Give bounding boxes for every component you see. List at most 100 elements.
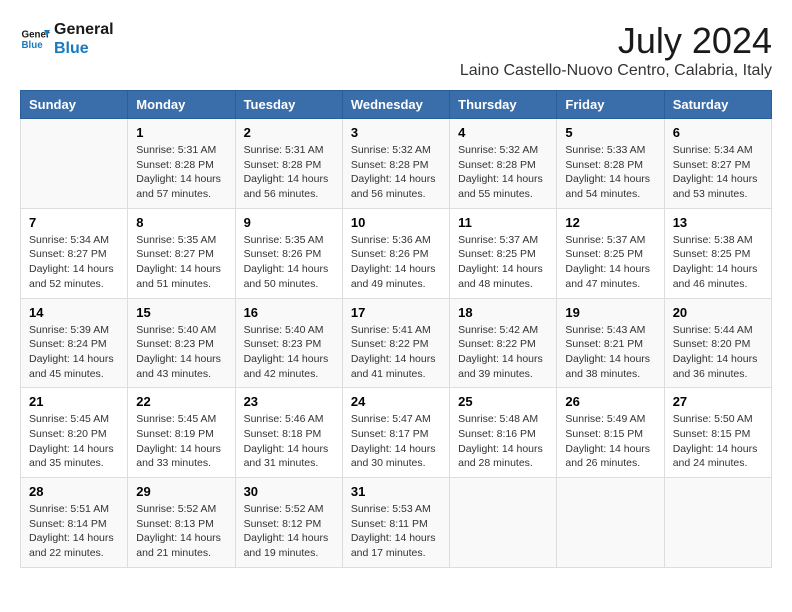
day-number: 1 xyxy=(136,125,226,140)
calendar-cell: 26 Sunrise: 5:49 AM Sunset: 8:15 PM Dayli… xyxy=(557,388,664,478)
day-number: 26 xyxy=(565,394,655,409)
calendar-cell: 22 Sunrise: 5:45 AM Sunset: 8:19 PM Dayli… xyxy=(128,388,235,478)
day-number: 27 xyxy=(673,394,763,409)
day-info: Sunrise: 5:46 AM Sunset: 8:18 PM Dayligh… xyxy=(244,412,334,471)
day-number: 21 xyxy=(29,394,119,409)
day-info: Sunrise: 5:40 AM Sunset: 8:23 PM Dayligh… xyxy=(136,323,226,382)
weekday-header: Wednesday xyxy=(342,91,449,119)
day-number: 2 xyxy=(244,125,334,140)
day-number: 19 xyxy=(565,305,655,320)
calendar-cell: 16 Sunrise: 5:40 AM Sunset: 8:23 PM Dayli… xyxy=(235,298,342,388)
day-number: 16 xyxy=(244,305,334,320)
day-info: Sunrise: 5:38 AM Sunset: 8:25 PM Dayligh… xyxy=(673,233,763,292)
calendar-cell: 17Sunrise: 5:41 AM Sunset: 8:22 PM Dayli… xyxy=(342,298,449,388)
day-info: Sunrise: 5:52 AM Sunset: 8:12 PM Dayligh… xyxy=(244,502,334,561)
calendar-table: SundayMondayTuesdayWednesdayThursdayFrid… xyxy=(20,90,772,568)
day-number: 29 xyxy=(136,484,226,499)
calendar-cell: 3 Sunrise: 5:32 AM Sunset: 8:28 PM Daylig… xyxy=(342,119,449,209)
day-info: Sunrise: 5:31 AM Sunset: 8:28 PM Dayligh… xyxy=(136,143,226,202)
day-number: 23 xyxy=(244,394,334,409)
day-number: 6 xyxy=(673,125,763,140)
day-info: Sunrise: 5:37 AM Sunset: 8:25 PM Dayligh… xyxy=(458,233,548,292)
calendar-cell: 27 Sunrise: 5:50 AM Sunset: 8:15 PM Dayli… xyxy=(664,388,771,478)
day-info: Sunrise: 5:40 AM Sunset: 8:23 PM Dayligh… xyxy=(244,323,334,382)
day-number: 30 xyxy=(244,484,334,499)
day-number: 7 xyxy=(29,215,119,230)
day-info: Sunrise: 5:39 AM Sunset: 8:24 PM Dayligh… xyxy=(29,323,119,382)
calendar-cell: 28 Sunrise: 5:51 AM Sunset: 8:14 PM Dayli… xyxy=(21,478,128,568)
day-number: 13 xyxy=(673,215,763,230)
logo-general: General xyxy=(54,20,114,39)
weekday-header: Saturday xyxy=(664,91,771,119)
calendar-cell xyxy=(557,478,664,568)
day-info: Sunrise: 5:35 AM Sunset: 8:26 PM Dayligh… xyxy=(244,233,334,292)
logo: General Blue General Blue xyxy=(20,20,114,58)
day-info: Sunrise: 5:37 AM Sunset: 8:25 PM Dayligh… xyxy=(565,233,655,292)
day-info: Sunrise: 5:53 AM Sunset: 8:11 PM Dayligh… xyxy=(351,502,441,561)
calendar-cell: 8 Sunrise: 5:35 AM Sunset: 8:27 PM Daylig… xyxy=(128,208,235,298)
day-number: 20 xyxy=(673,305,763,320)
calendar-cell: 15 Sunrise: 5:40 AM Sunset: 8:23 PM Dayli… xyxy=(128,298,235,388)
calendar-cell: 29 Sunrise: 5:52 AM Sunset: 8:13 PM Dayli… xyxy=(128,478,235,568)
day-info: Sunrise: 5:44 AM Sunset: 8:20 PM Dayligh… xyxy=(673,323,763,382)
day-info: Sunrise: 5:34 AM Sunset: 8:27 PM Dayligh… xyxy=(29,233,119,292)
day-info: Sunrise: 5:32 AM Sunset: 8:28 PM Dayligh… xyxy=(351,143,441,202)
day-info: Sunrise: 5:34 AM Sunset: 8:27 PM Dayligh… xyxy=(673,143,763,202)
day-info: Sunrise: 5:45 AM Sunset: 8:19 PM Dayligh… xyxy=(136,412,226,471)
day-number: 31 xyxy=(351,484,441,499)
weekday-header: Tuesday xyxy=(235,91,342,119)
calendar-cell: 5 Sunrise: 5:33 AM Sunset: 8:28 PM Daylig… xyxy=(557,119,664,209)
calendar-week-row: 1 Sunrise: 5:31 AM Sunset: 8:28 PM Daylig… xyxy=(21,119,772,209)
day-number: 9 xyxy=(244,215,334,230)
calendar-cell xyxy=(21,119,128,209)
calendar-cell: 12Sunrise: 5:37 AM Sunset: 8:25 PM Dayli… xyxy=(557,208,664,298)
calendar-cell: 30 Sunrise: 5:52 AM Sunset: 8:12 PM Dayli… xyxy=(235,478,342,568)
day-info: Sunrise: 5:49 AM Sunset: 8:15 PM Dayligh… xyxy=(565,412,655,471)
calendar-cell: 23 Sunrise: 5:46 AM Sunset: 8:18 PM Dayli… xyxy=(235,388,342,478)
svg-text:Blue: Blue xyxy=(22,40,44,51)
day-info: Sunrise: 5:47 AM Sunset: 8:17 PM Dayligh… xyxy=(351,412,441,471)
weekday-header: Monday xyxy=(128,91,235,119)
calendar-week-row: 14Sunrise: 5:39 AM Sunset: 8:24 PM Dayli… xyxy=(21,298,772,388)
calendar-cell: 9 Sunrise: 5:35 AM Sunset: 8:26 PM Daylig… xyxy=(235,208,342,298)
day-info: Sunrise: 5:50 AM Sunset: 8:15 PM Dayligh… xyxy=(673,412,763,471)
day-number: 15 xyxy=(136,305,226,320)
logo-icon: General Blue xyxy=(20,24,50,54)
day-number: 8 xyxy=(136,215,226,230)
day-info: Sunrise: 5:31 AM Sunset: 8:28 PM Dayligh… xyxy=(244,143,334,202)
calendar-week-row: 21 Sunrise: 5:45 AM Sunset: 8:20 PM Dayli… xyxy=(21,388,772,478)
calendar-cell: 25Sunrise: 5:48 AM Sunset: 8:16 PM Dayli… xyxy=(450,388,557,478)
day-info: Sunrise: 5:41 AM Sunset: 8:22 PM Dayligh… xyxy=(351,323,441,382)
calendar-cell: 1 Sunrise: 5:31 AM Sunset: 8:28 PM Daylig… xyxy=(128,119,235,209)
calendar-cell: 24Sunrise: 5:47 AM Sunset: 8:17 PM Dayli… xyxy=(342,388,449,478)
day-number: 28 xyxy=(29,484,119,499)
page-header: General Blue General Blue July 2024 Lain… xyxy=(20,20,772,80)
day-number: 5 xyxy=(565,125,655,140)
calendar-cell: 18 Sunrise: 5:42 AM Sunset: 8:22 PM Dayli… xyxy=(450,298,557,388)
day-number: 18 xyxy=(458,305,548,320)
calendar-cell xyxy=(664,478,771,568)
day-info: Sunrise: 5:42 AM Sunset: 8:22 PM Dayligh… xyxy=(458,323,548,382)
day-info: Sunrise: 5:35 AM Sunset: 8:27 PM Dayligh… xyxy=(136,233,226,292)
calendar-cell: 11 Sunrise: 5:37 AM Sunset: 8:25 PM Dayli… xyxy=(450,208,557,298)
calendar-cell: 14Sunrise: 5:39 AM Sunset: 8:24 PM Dayli… xyxy=(21,298,128,388)
location-title: Laino Castello-Nuovo Centro, Calabria, I… xyxy=(460,62,772,80)
calendar-cell: 19Sunrise: 5:43 AM Sunset: 8:21 PM Dayli… xyxy=(557,298,664,388)
day-number: 11 xyxy=(458,215,548,230)
day-number: 22 xyxy=(136,394,226,409)
calendar-cell xyxy=(450,478,557,568)
calendar-cell: 13 Sunrise: 5:38 AM Sunset: 8:25 PM Dayli… xyxy=(664,208,771,298)
day-number: 25 xyxy=(458,394,548,409)
day-info: Sunrise: 5:51 AM Sunset: 8:14 PM Dayligh… xyxy=(29,502,119,561)
title-block: July 2024 Laino Castello-Nuovo Centro, C… xyxy=(460,20,772,80)
day-info: Sunrise: 5:45 AM Sunset: 8:20 PM Dayligh… xyxy=(29,412,119,471)
day-number: 10 xyxy=(351,215,441,230)
day-number: 3 xyxy=(351,125,441,140)
calendar-cell: 4Sunrise: 5:32 AM Sunset: 8:28 PM Daylig… xyxy=(450,119,557,209)
calendar-cell: 21 Sunrise: 5:45 AM Sunset: 8:20 PM Dayli… xyxy=(21,388,128,478)
calendar-cell: 20 Sunrise: 5:44 AM Sunset: 8:20 PM Dayli… xyxy=(664,298,771,388)
calendar-cell: 2 Sunrise: 5:31 AM Sunset: 8:28 PM Daylig… xyxy=(235,119,342,209)
calendar-cell: 7 Sunrise: 5:34 AM Sunset: 8:27 PM Daylig… xyxy=(21,208,128,298)
day-info: Sunrise: 5:52 AM Sunset: 8:13 PM Dayligh… xyxy=(136,502,226,561)
day-info: Sunrise: 5:33 AM Sunset: 8:28 PM Dayligh… xyxy=(565,143,655,202)
